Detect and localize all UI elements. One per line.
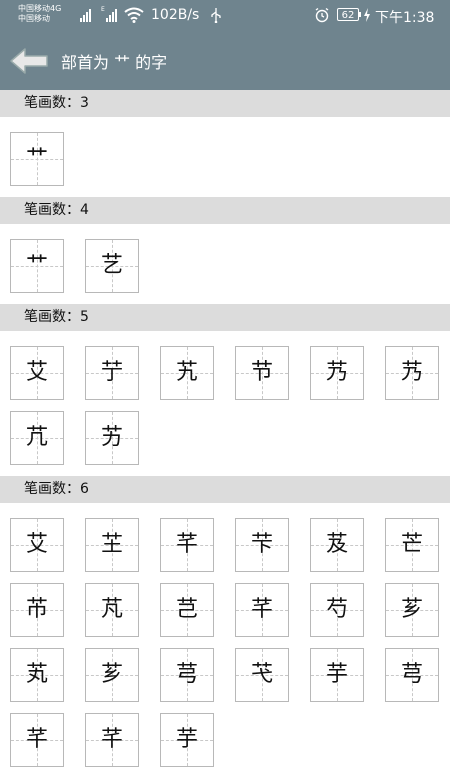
character-glyph: 芅 [250,662,273,687]
character-glyph: 艾 [25,360,48,385]
character-glyph: 芨 [325,532,348,557]
character-row: 艾艼艽节艿艿 [10,346,450,411]
character-cell[interactable]: 艺 [85,239,139,293]
character-glyph: 芇 [25,597,48,622]
stroke-count-header: 笔画数：4 [0,197,450,224]
stroke-count-header: 笔画数：6 [0,476,450,503]
character-glyph: 芃 [100,597,123,622]
battery-tip [359,12,361,17]
character-glyph: 芋 [325,662,348,687]
character-glyph: 芄 [25,662,48,687]
character-cell[interactable]: 艿 [310,346,364,400]
character-cell[interactable]: 艽 [160,346,214,400]
alarm-icon [315,7,329,23]
character-grid: 艹艺 [0,224,450,304]
character-cell[interactable]: 芐 [235,518,289,572]
character-cell[interactable]: 芄 [10,648,64,702]
character-glyph: 芊 [100,727,123,752]
charging-bolt-icon [364,8,370,22]
character-cell[interactable]: 芑 [160,583,214,637]
character-cell[interactable]: 芋 [160,713,214,767]
character-grid: 艾艼艽节艿艿芁艻 [0,331,450,476]
character-row: 芁艻 [10,411,450,476]
character-glyph: 芍 [325,597,348,622]
character-cell[interactable]: 艻 [85,411,139,465]
back-arrow-icon[interactable] [8,46,50,76]
signal-icon [80,8,94,22]
character-cell[interactable]: 艼 [85,346,139,400]
character-glyph: 芑 [175,597,198,622]
wifi-icon [124,7,144,23]
character-row: 芊芊芋 [10,713,450,778]
character-cell[interactable]: 芨 [310,518,364,572]
character-glyph: 艼 [100,360,123,385]
character-cell[interactable]: 芎 [160,648,214,702]
network-speed: 102B/s [151,7,200,23]
character-glyph: 艿 [325,360,348,385]
character-glyph: 芗 [400,597,423,622]
character-cell[interactable]: 芃 [85,583,139,637]
character-glyph: 艿 [400,360,423,385]
character-glyph: 艹 [25,253,48,278]
stroke-count-header: 笔画数：5 [0,304,450,331]
character-glyph: 芐 [250,532,273,557]
character-glyph: 节 [250,360,273,385]
character-list: 笔画数：3 艹笔画数：4 艹艺笔画数：5 艾艼艽节艿艿芁艻笔画数：6 艾芏芊芐芨芒芇芃芑… [0,90,450,778]
character-cell[interactable]: 艾 [10,518,64,572]
character-glyph: 艹 [25,146,48,171]
character-glyph: 芊 [250,597,273,622]
character-glyph: 芎 [400,662,423,687]
character-glyph: 艽 [175,360,198,385]
character-row: 芄芗芎芅芋芎 [10,648,450,713]
character-glyph: 芋 [175,727,198,752]
character-cell[interactable]: 芏 [85,518,139,572]
character-glyph: 艻 [100,425,123,450]
carrier-info: 中国移动4G 中国移动 [18,4,61,24]
character-glyph: 芒 [400,532,423,557]
character-glyph: 芗 [100,662,123,687]
character-row: 艹 [10,132,450,197]
character-cell[interactable]: 芇 [10,583,64,637]
character-cell[interactable]: 芗 [85,648,139,702]
character-cell[interactable]: 芊 [235,583,289,637]
signal-icon-2 [106,8,120,22]
character-cell[interactable]: 芁 [10,411,64,465]
carrier-2: 中国移动 [18,14,50,23]
character-cell[interactable]: 芊 [10,713,64,767]
character-cell[interactable]: 芋 [310,648,364,702]
character-row: 艹艺 [10,239,450,304]
page-title: 部首为 艹 的字 [61,53,168,72]
character-cell[interactable]: 艿 [385,346,439,400]
character-grid: 艹 [0,117,450,197]
character-cell[interactable]: 艹 [10,239,64,293]
character-row: 艾芏芊芐芨芒 [10,518,450,583]
character-glyph: 芊 [175,532,198,557]
character-glyph: 艾 [25,532,48,557]
character-glyph: 芁 [25,425,48,450]
character-cell[interactable]: 节 [235,346,289,400]
character-cell[interactable]: 芅 [235,648,289,702]
network-type-label: E [101,6,105,13]
character-cell[interactable]: 艾 [10,346,64,400]
character-cell[interactable]: 芊 [85,713,139,767]
character-cell[interactable]: 芊 [160,518,214,572]
carrier-1: 中国移动4G [18,4,62,13]
battery-indicator: 62 [337,8,359,21]
character-cell[interactable]: 芍 [310,583,364,637]
character-row: 芇芃芑芊芍芗 [10,583,450,648]
character-glyph: 芏 [100,532,123,557]
app-header: 部首为 艹 的字 [0,30,450,90]
clock: 下午1:38 [375,10,435,26]
character-cell[interactable]: 芎 [385,648,439,702]
character-glyph: 芎 [175,662,198,687]
character-glyph: 芊 [25,727,48,752]
stroke-count-header: 笔画数：3 [0,90,450,117]
character-cell[interactable]: 芒 [385,518,439,572]
status-bar: 中国移动4G 中国移动 E 102B/s 62 下午1:38 [0,0,450,30]
character-cell[interactable]: 艹 [10,132,64,186]
usb-icon [211,8,221,23]
character-cell[interactable]: 芗 [385,583,439,637]
character-grid: 艾芏芊芐芨芒芇芃芑芊芍芗芄芗芎芅芋芎芊芊芋 [0,503,450,778]
character-glyph: 艺 [100,253,123,278]
